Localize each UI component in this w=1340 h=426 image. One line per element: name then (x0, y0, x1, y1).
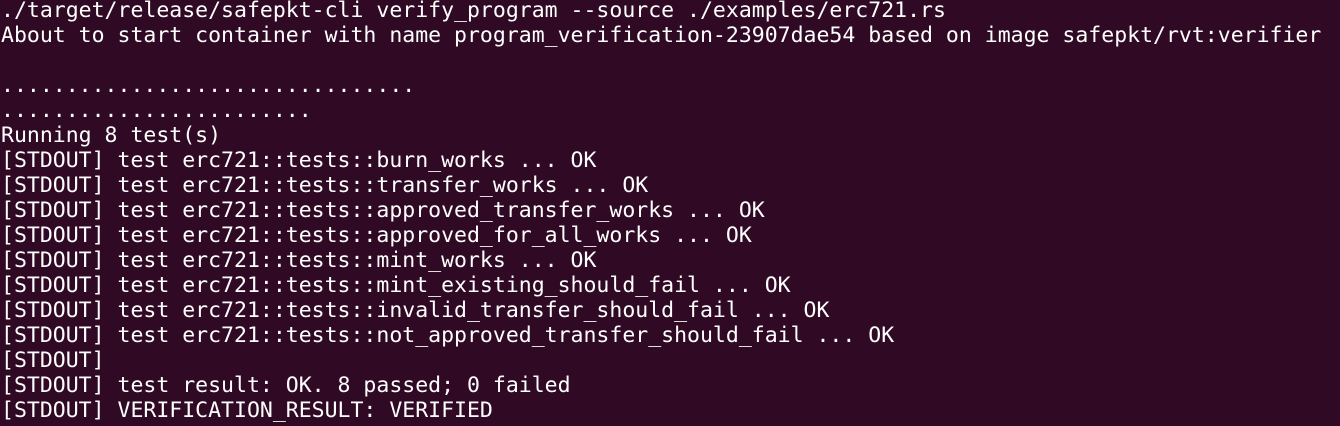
test-summary-line: [STDOUT] test result: OK. 8 passed; 0 fa… (1, 373, 571, 398)
stdout-empty-line: [STDOUT] (1, 348, 105, 373)
test-result-line: [STDOUT] test erc721::tests::transfer_wo… (1, 173, 649, 198)
container-start-message: About to start container with name progr… (1, 23, 1322, 48)
progress-dots-line: ........................ (1, 98, 312, 123)
test-result-line: [STDOUT] test erc721::tests::invalid_tra… (1, 298, 830, 323)
command-line: ./target/release/safepkt-cli verify_prog… (1, 0, 946, 23)
test-result-line: [STDOUT] test erc721::tests::approved_fo… (1, 223, 752, 248)
test-result-line: [STDOUT] test erc721::tests::not_approve… (1, 323, 895, 348)
test-result-line: [STDOUT] test erc721::tests::mint_works … (1, 248, 597, 273)
test-result-line: [STDOUT] test erc721::tests::mint_existi… (1, 273, 791, 298)
running-tests-message: Running 8 test(s) (1, 123, 222, 148)
progress-dots-line: ................................ (1, 73, 416, 98)
verification-result-line: [STDOUT] VERIFICATION_RESULT: VERIFIED (1, 398, 493, 423)
test-result-line: [STDOUT] test erc721::tests::approved_tr… (1, 198, 765, 223)
test-result-line: [STDOUT] test erc721::tests::burn_works … (1, 148, 597, 173)
terminal-output[interactable]: ./target/release/safepkt-cli verify_prog… (0, 0, 1340, 426)
